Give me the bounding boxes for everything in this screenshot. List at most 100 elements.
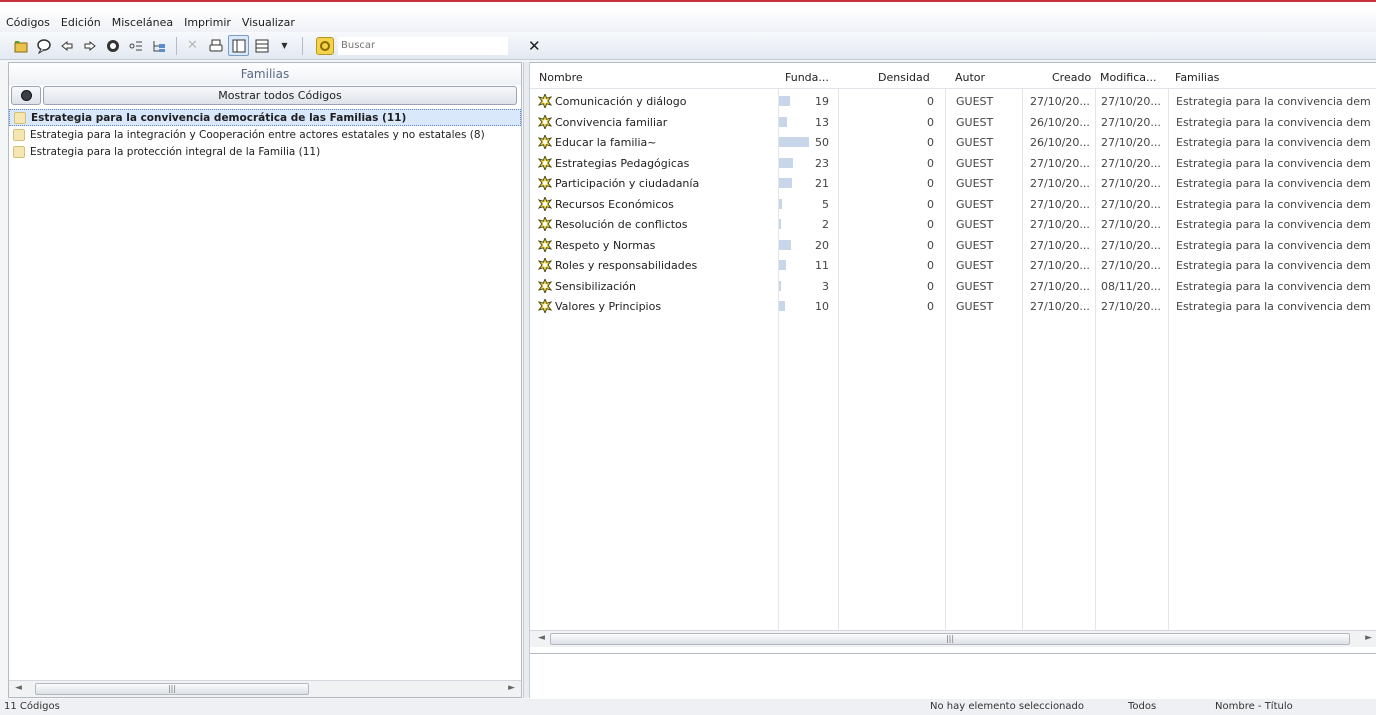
layout-button[interactable] xyxy=(251,35,272,56)
cell-creado: 27/10/20... xyxy=(1030,197,1090,211)
search-input[interactable] xyxy=(338,36,508,55)
cell-fundamentacion: 50 xyxy=(815,136,829,149)
menu-edicion[interactable]: Edición xyxy=(61,16,101,29)
cell-autor: GUEST xyxy=(956,177,994,190)
toolbar-separator xyxy=(302,36,303,55)
scroll-thumb[interactable]: ||| xyxy=(35,683,309,695)
code-icon xyxy=(538,135,552,149)
table-row[interactable]: Respeto y Normas 20 0 GUEST 27/10/20... 27/10… xyxy=(530,235,1376,256)
table-row[interactable]: Participación y ciudadanía 21 0 GUEST 27/10/… xyxy=(530,173,1376,194)
cell-creado: 27/10/20... xyxy=(1030,218,1090,231)
header-densidad[interactable]: Densidad xyxy=(878,71,930,84)
table-row[interactable]: Resolución de conflictos 2 0 GUEST 27/10/20.… xyxy=(530,214,1376,235)
tree-button[interactable] xyxy=(148,35,169,56)
grounded-bar xyxy=(779,280,781,291)
delete-button[interactable]: ✕ xyxy=(182,35,203,56)
table-row[interactable]: Convivencia familiar 13 0 GUEST 26/10/20... 2… xyxy=(530,112,1376,133)
cell-densidad: 0 xyxy=(927,95,934,108)
cell-nombre: Respeto y Normas xyxy=(555,238,656,252)
header-fundamentacion[interactable]: Funda... xyxy=(785,71,829,84)
cell-fundamentacion: 2 xyxy=(822,218,829,231)
split-view-button[interactable] xyxy=(228,35,249,56)
cell-autor: GUEST xyxy=(956,259,994,272)
comment-button[interactable] xyxy=(33,35,54,56)
new-code-button[interactable] xyxy=(10,35,31,56)
cell-fundamentacion: 23 xyxy=(815,156,829,170)
cell-modificado: 27/10/20... xyxy=(1101,259,1161,272)
pane-splitter[interactable] xyxy=(523,62,530,698)
family-item[interactable]: Estrategia para la integración y Coopera… xyxy=(9,126,521,143)
cell-densidad: 0 xyxy=(927,300,934,313)
table-row[interactable]: Comunicación y diálogo 19 0 GUEST 27/10/20..… xyxy=(530,91,1376,112)
cell-familias: Estrategia para la convivencia dem xyxy=(1176,279,1371,293)
header-familias[interactable]: Familias xyxy=(1175,71,1219,84)
grounded-bar xyxy=(779,260,786,270)
cell-densidad: 0 xyxy=(927,197,934,211)
cell-autor: GUEST xyxy=(956,300,994,313)
header-creado[interactable]: Creado xyxy=(1052,71,1091,84)
cell-modificado: 27/10/20... xyxy=(1101,177,1161,190)
show-all-codes-button[interactable]: Mostrar todos Códigos xyxy=(43,86,517,105)
codes-table: Nombre Funda... Densidad Autor Creado Mo… xyxy=(530,63,1376,630)
family-item[interactable]: Estrategia para la protección integral d… xyxy=(9,143,521,160)
close-icon[interactable]: ✕ xyxy=(528,37,541,55)
scroll-right-icon[interactable]: ► xyxy=(1365,633,1372,643)
table-row[interactable]: Estrategias Pedagógicas 23 0 GUEST 27/10/20.… xyxy=(530,153,1376,174)
cell-nombre: Convivencia familiar xyxy=(555,115,668,129)
menu-codigos[interactable]: Códigos xyxy=(6,16,50,29)
family-label: Estrategia para la integración y Coopera… xyxy=(30,128,485,141)
layout-dropdown-button[interactable]: ▼ xyxy=(274,35,295,56)
scroll-left-icon[interactable]: ◄ xyxy=(15,683,22,693)
cell-nombre: Valores y Principios xyxy=(555,300,662,313)
forward-button[interactable] xyxy=(79,35,100,56)
cell-familias: Estrategia para la convivencia dem xyxy=(1176,115,1371,129)
cell-nombre: Roles y responsabilidades xyxy=(555,259,698,272)
codes-horizontal-scrollbar[interactable]: ◄ ||| ► xyxy=(530,630,1376,647)
table-row[interactable]: Educar la familia~ 50 0 GUEST 26/10/20... 27/… xyxy=(530,132,1376,153)
header-modificado[interactable]: Modifica... xyxy=(1100,71,1156,84)
menu-miscelanea[interactable]: Miscelánea xyxy=(112,16,173,29)
arrow-left-icon xyxy=(60,40,72,51)
cell-modificado: 27/10/20... xyxy=(1101,136,1161,149)
tag-icon xyxy=(20,90,32,101)
family-item[interactable]: Estrategia para la convivencia democráti… xyxy=(9,109,521,126)
grounded-bar xyxy=(779,239,791,250)
cell-familias: Estrategia para la convivencia dem xyxy=(1176,300,1371,313)
print-button[interactable] xyxy=(205,35,226,56)
menu-imprimir[interactable]: Imprimir xyxy=(184,16,231,29)
split-view-icon xyxy=(232,39,245,52)
cell-nombre: Resolución de conflictos xyxy=(555,218,688,231)
header-nombre[interactable]: Nombre xyxy=(539,71,583,84)
cell-familias: Estrategia para la convivencia dem xyxy=(1176,95,1371,108)
status-selection: No hay elemento seleccionado xyxy=(930,701,1084,712)
code-icon xyxy=(538,94,552,108)
menu-visualizar[interactable]: Visualizar xyxy=(242,16,295,29)
cell-familias: Estrategia para la convivencia dem xyxy=(1176,177,1371,190)
table-row[interactable]: Roles y responsabilidades 11 0 GUEST 27/10/2… xyxy=(530,255,1376,276)
cell-familias: Estrategia para la convivencia dem xyxy=(1176,156,1371,170)
families-title: Familias xyxy=(9,63,521,85)
table-row[interactable]: Valores y Principios 10 0 GUEST 27/10/20... 2… xyxy=(530,296,1376,317)
query-button[interactable] xyxy=(125,35,146,56)
scroll-right-icon[interactable]: ► xyxy=(508,683,515,693)
cell-fundamentacion: 21 xyxy=(815,177,829,190)
table-row[interactable]: Recursos Económicos 5 0 GUEST 27/10/20... 27/… xyxy=(530,194,1376,215)
back-button[interactable] xyxy=(56,35,77,56)
network-button[interactable] xyxy=(102,35,123,56)
new-code-icon xyxy=(14,40,27,52)
status-filter: Todos xyxy=(1128,701,1157,712)
cell-nombre: Comunicación y diálogo xyxy=(555,95,687,108)
scroll-thumb[interactable]: ||| xyxy=(550,633,1350,645)
status-sort: Nombre - Título xyxy=(1215,701,1293,712)
cell-autor: GUEST xyxy=(956,115,994,129)
family-icon xyxy=(13,128,25,141)
cell-nombre: Participación y ciudadanía xyxy=(555,177,700,190)
family-icon xyxy=(14,111,26,124)
arrow-right-icon xyxy=(84,40,96,51)
scroll-left-icon[interactable]: ◄ xyxy=(538,633,545,643)
families-horizontal-scrollbar[interactable]: ◄ ||| ► xyxy=(9,680,521,697)
cell-nombre: Estrategias Pedagógicas xyxy=(555,156,690,170)
table-row[interactable]: Sensibilización 3 0 GUEST 27/10/20... 08/11/2… xyxy=(530,276,1376,297)
header-autor[interactable]: Autor xyxy=(955,71,985,84)
filter-tag-button[interactable] xyxy=(11,86,41,105)
